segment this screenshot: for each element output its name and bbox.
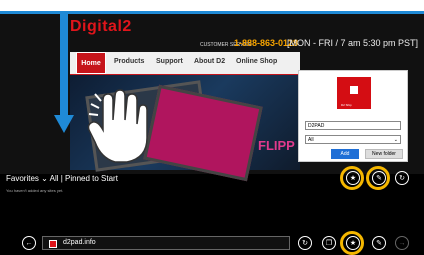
folder-select[interactable]: All ⌄ bbox=[305, 135, 401, 144]
nav-online-shop[interactable]: Online Shop bbox=[236, 58, 277, 65]
new-folder-button[interactable]: New folder bbox=[365, 149, 403, 159]
add-button[interactable]: Add bbox=[331, 149, 359, 159]
address-bar[interactable]: d2pad.info bbox=[42, 236, 290, 250]
logo-accent: 2 bbox=[122, 18, 132, 35]
chevron-down-icon: ⌄ bbox=[393, 137, 398, 143]
forward-icon[interactable]: → bbox=[395, 236, 409, 250]
business-hours: [MON - FRI / 7 am 5:30 pm PST] bbox=[287, 38, 419, 48]
nav-products[interactable]: Products bbox=[114, 58, 144, 65]
tabs-icon[interactable]: ❐ bbox=[322, 236, 336, 250]
favorites-highlight-ring bbox=[340, 231, 364, 255]
favorites-header[interactable]: Favorites ⌄ All | Pinned to Start bbox=[6, 174, 118, 183]
refresh-favorites-icon[interactable]: ↻ bbox=[395, 171, 409, 185]
favorite-name-input[interactable]: D2PAD bbox=[305, 121, 401, 130]
hero-text: FLIPP bbox=[258, 138, 295, 153]
logo-main: Digital bbox=[70, 18, 123, 35]
thumb-logo-icon bbox=[350, 86, 358, 94]
nav-home[interactable]: Home bbox=[76, 52, 106, 74]
favorites-empty-message: You haven't added any sites yet. bbox=[6, 188, 64, 193]
site-nav: Home Products Support About D2 Online Sh… bbox=[70, 52, 300, 77]
hand-gesture-icon bbox=[87, 89, 148, 163]
favicon-icon bbox=[49, 240, 57, 248]
refresh-icon[interactable]: ↻ bbox=[298, 236, 312, 250]
tools-icon[interactable]: ✎ bbox=[372, 236, 386, 250]
pin-highlight-ring bbox=[366, 166, 390, 190]
thumb-label: D2 Ship bbox=[341, 103, 352, 107]
site-thumbnail: D2 Ship bbox=[337, 77, 371, 109]
address-url: d2pad.info bbox=[63, 239, 96, 246]
folder-value: All bbox=[308, 137, 314, 143]
nav-about[interactable]: About D2 bbox=[194, 58, 225, 65]
swipe-arrow-head bbox=[54, 115, 74, 133]
add-favorite-popup: D2 Ship D2PAD All ⌄ Add New folder bbox=[298, 70, 408, 162]
swipe-arrow-shaft bbox=[60, 14, 68, 124]
nav-support[interactable]: Support bbox=[156, 58, 183, 65]
back-icon[interactable]: ← bbox=[22, 236, 36, 250]
star-highlight-ring bbox=[340, 166, 364, 190]
site-logo[interactable]: Digital2 bbox=[70, 18, 132, 36]
